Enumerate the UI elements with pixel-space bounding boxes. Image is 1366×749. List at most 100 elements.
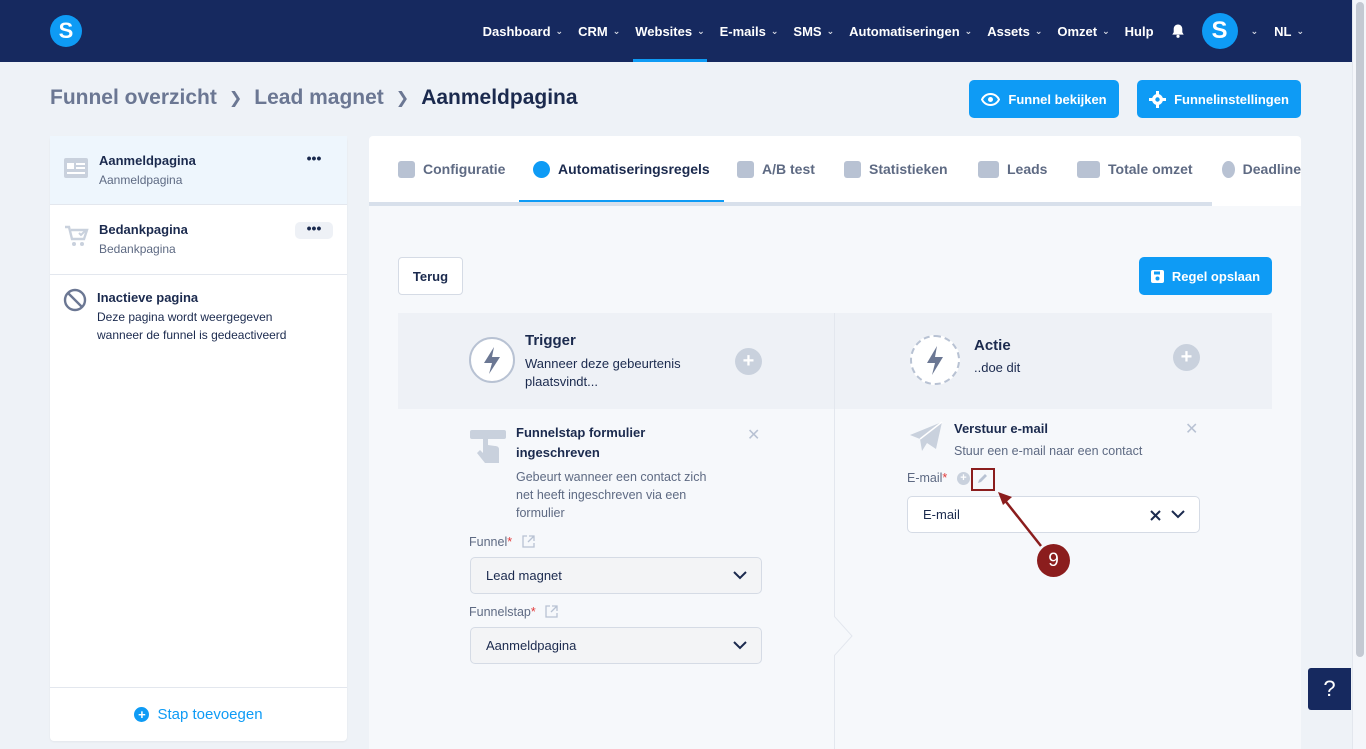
cart-check-icon <box>65 225 89 246</box>
sliders-icon <box>398 160 415 178</box>
nav-hulp[interactable]: Hulp <box>1125 0 1154 62</box>
nav-emails[interactable]: E-mails ⌄ <box>720 0 779 62</box>
funnel-select[interactable]: Lead magnet <box>470 557 762 594</box>
scrollbar-thumb[interactable] <box>1356 2 1364 657</box>
split-icon <box>737 160 754 178</box>
funnel-settings-button[interactable]: Funnelinstellingen <box>1137 80 1301 118</box>
email-field-label: E-mail* <box>907 471 947 485</box>
app-logo[interactable]: S <box>50 15 82 47</box>
breadcrumb-lead-magnet[interactable]: Lead magnet <box>254 86 384 110</box>
breadcrumb: Funnel overzicht ❯ Lead magnet ❯ Aanmeld… <box>50 86 578 110</box>
nav-crm[interactable]: CRM ⌄ <box>578 0 620 62</box>
pointer-tap-icon <box>470 430 506 463</box>
step-aanmeldpagina[interactable]: Aanmeldpagina Aanmeldpagina ••• <box>50 136 347 205</box>
nav-websites[interactable]: Websites ⌄ <box>633 0 708 62</box>
step-menu-button[interactable]: ••• <box>295 221 333 239</box>
action-subtitle: ..doe dit <box>974 360 1021 375</box>
language-selector[interactable]: NL ⌄ <box>1274 0 1304 62</box>
add-trigger-button[interactable]: + <box>735 348 762 375</box>
page-form-icon <box>64 158 88 178</box>
chevron-down-icon: ⌄ <box>1034 25 1043 36</box>
trigger-subtitle: plaatsvindt... <box>525 374 598 389</box>
back-button[interactable]: Terug <box>398 257 463 295</box>
add-step-button[interactable]: + Stap toevoegen <box>50 687 347 741</box>
user-avatar[interactable]: S <box>1201 13 1238 49</box>
action-header: Actie ..doe dit + <box>835 313 1272 409</box>
nav-label: Hulp <box>1124 23 1154 39</box>
step-title: Aanmeldpagina <box>99 153 196 168</box>
nav-label: Assets <box>987 23 1030 39</box>
tab-label: Leads <box>1007 161 1048 177</box>
breadcrumb-funnel-overzicht[interactable]: Funnel overzicht <box>50 86 217 110</box>
add-action-button[interactable]: + <box>1173 344 1200 371</box>
tabs-bar: Configuratie Automatiseringsregels A/B t… <box>369 136 1301 202</box>
trigger-title: Trigger <box>525 332 576 349</box>
tab-statistieken[interactable]: Statistieken <box>844 136 948 202</box>
tab-label: Configuratie <box>423 161 506 177</box>
plus-circle-icon: + <box>134 707 150 722</box>
bolt-icon <box>469 337 515 383</box>
chevron-down-icon <box>1171 510 1185 519</box>
remove-trigger-icon[interactable]: ✕ <box>747 425 760 445</box>
nav-label: E-mails <box>719 23 766 39</box>
trigger-card-description: formulier <box>516 506 565 520</box>
view-funnel-button[interactable]: Funnel bekijken <box>969 80 1119 118</box>
email-select[interactable]: E-mail <box>907 496 1200 533</box>
chevron-right-icon: ❯ <box>228 90 243 107</box>
add-email-icon[interactable]: + <box>957 472 970 485</box>
tab-automatiseringsregels[interactable]: Automatiseringsregels <box>519 136 724 202</box>
trigger-card-title: Funnelstap formulier <box>516 425 646 440</box>
nav-omzet[interactable]: Omzet ⌄ <box>1057 0 1109 62</box>
step-inactive-page[interactable]: Inactieve pagina Deze pagina wordt weerg… <box>50 275 347 355</box>
external-link-icon[interactable] <box>545 605 558 618</box>
funnel-field-label: Funnel* <box>469 535 535 549</box>
step-title: Bedankpagina <box>99 222 188 237</box>
chevron-down-icon: ⌄ <box>1296 25 1304 36</box>
chevron-down-icon: ⌄ <box>697 25 705 36</box>
step-menu-button[interactable]: ••• <box>295 151 333 169</box>
nav-automatiseringen[interactable]: Automatiseringen ⌄ <box>849 0 972 62</box>
chevron-down-icon: ⌄ <box>964 25 973 36</box>
funnelstap-select-value: Aanmeldpagina <box>486 638 577 653</box>
trigger-card-description: Gebeurt wanneer een contact zich <box>516 470 707 484</box>
tab-label: A/B test <box>762 161 815 177</box>
step-subtitle: Bedankpagina <box>99 242 176 256</box>
save-rule-button[interactable]: Regel opslaan <box>1139 257 1272 295</box>
tab-leads[interactable]: Leads <box>978 136 1047 202</box>
nav-dashboard[interactable]: Dashboard ⌄ <box>483 0 563 62</box>
page-scrollbar[interactable] <box>1352 0 1366 749</box>
annotation-arrow <box>998 492 1042 547</box>
nav-label: CRM <box>578 23 608 39</box>
nav-assets[interactable]: Assets ⌄ <box>987 0 1042 62</box>
required-marker: * <box>530 605 536 619</box>
clear-icon[interactable] <box>1150 510 1161 521</box>
tab-label: Statistieken <box>869 161 948 177</box>
tab-ab-test[interactable]: A/B test <box>737 136 815 202</box>
chevron-down-icon <box>733 641 747 650</box>
rule-editor-panel: Configuratie Automatiseringsregels A/B t… <box>369 136 1301 749</box>
help-button[interactable]: ? <box>1308 668 1351 710</box>
dollar-icon <box>1077 160 1100 178</box>
chevron-down-icon: ⌄ <box>1250 25 1259 36</box>
inactive-description: Deze pagina wordt weergegeven <box>97 310 273 324</box>
save-rule-label: Regel opslaan <box>1171 268 1261 284</box>
avatar-menu-toggle[interactable]: ⌄ <box>1246 0 1259 62</box>
external-link-icon[interactable] <box>521 535 535 548</box>
add-step-label: Stap toevoegen <box>157 706 263 723</box>
top-navbar: S Dashboard ⌄ CRM ⌄ Websites ⌄ E-mails ⌄ SMS… <box>0 0 1366 62</box>
nav-sms[interactable]: SMS ⌄ <box>793 0 834 62</box>
funnelstap-select[interactable]: Aanmeldpagina <box>470 627 762 664</box>
gear-icon <box>1149 90 1167 108</box>
step-bedankpagina[interactable]: Bedankpagina Bedankpagina ••• <box>50 205 347 275</box>
bolt-icon <box>533 160 550 178</box>
tab-label: Automatiseringsregels <box>558 161 710 177</box>
remove-action-icon[interactable]: ✕ <box>1185 419 1198 439</box>
tab-totale-omzet[interactable]: Totale omzet <box>1077 136 1193 202</box>
required-marker: * <box>942 471 948 485</box>
tab-configuratie[interactable]: Configuratie <box>398 136 505 202</box>
funnel-settings-label: Funnelinstellingen <box>1174 91 1289 107</box>
label-text: Funnelstap <box>469 605 531 619</box>
tab-deadline[interactable]: Deadline <box>1222 136 1301 202</box>
label-text: Funnel <box>469 535 508 549</box>
bell-icon[interactable] <box>1170 23 1186 39</box>
